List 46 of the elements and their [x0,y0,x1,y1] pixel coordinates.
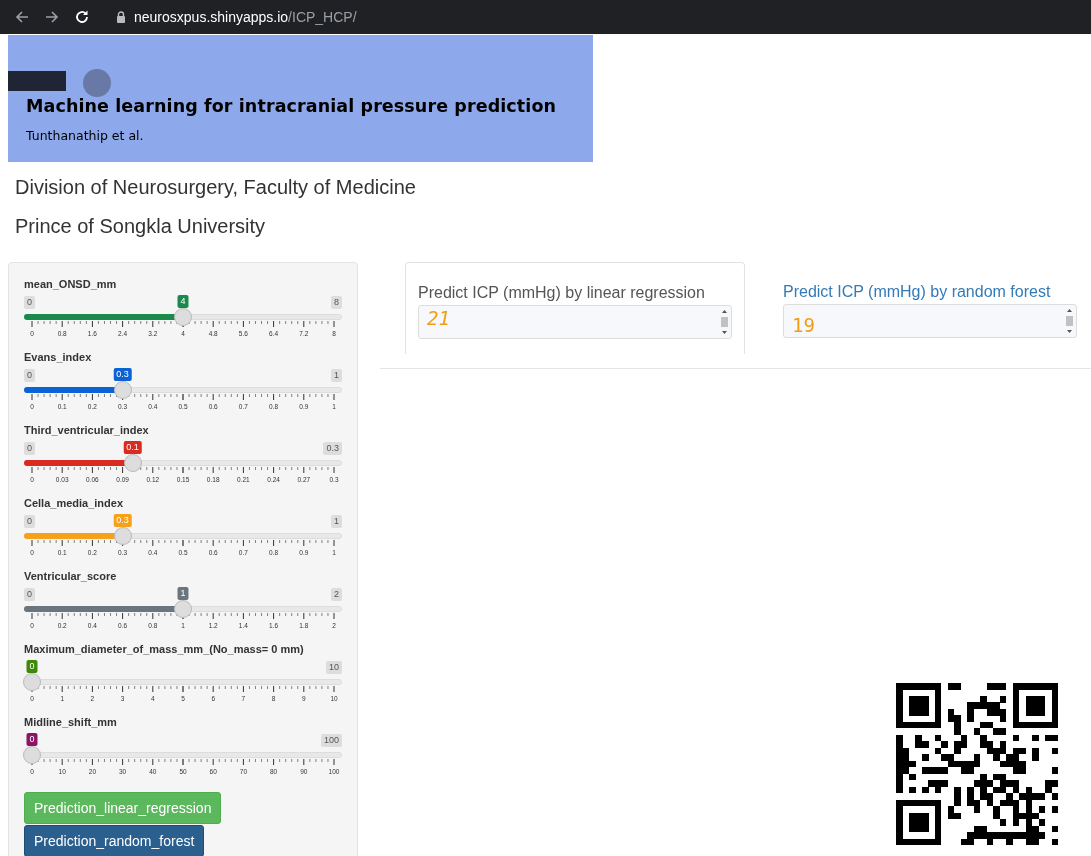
value-label: 0.3 [113,514,132,527]
slider-label: Third_ventricular_index [24,424,149,436]
slider-label: mean_ONSD_mm [24,278,117,290]
min-label: 0 [24,515,35,528]
slider-label: Cella_media_index [24,497,124,509]
slider-thumb[interactable] [174,308,192,326]
header-text: Division of Neurosurgery, Faculty of Medicine [15,175,416,200]
value-label: 4 [177,295,189,308]
value-label: 0 [26,660,38,673]
value-label: 0.1 [123,441,142,454]
slider-thumb[interactable] [113,381,132,399]
reload-icon[interactable] [74,9,90,25]
banner-title: Machine learning for intracranial pressure prediction [26,96,557,116]
back-icon[interactable] [14,9,30,25]
max-label: 1 [331,369,342,382]
min-label: 0 [24,369,35,382]
slider-label: Evans_index [24,351,92,363]
header-text: Prince of Songkla University [15,214,266,239]
slider-label: Maximum_diameter_of_mass_mm_(No_mass= 0 mm) [24,643,304,655]
lock-icon [116,11,126,23]
slider-label: Midline_shift_mm [24,716,117,728]
slider-thumb[interactable] [23,673,41,691]
scrollbar[interactable] [1065,307,1074,335]
max-label: 10 [326,661,342,674]
slider-thumb[interactable] [174,600,192,618]
min-label: 0 [24,588,35,601]
output-label: Predict ICP (mmHg) by random forest [783,283,1052,301]
banner-subtitle: Tunthanathip et al. [26,128,144,143]
slider-thumb[interactable] [113,527,132,545]
max-label: 2 [331,588,342,601]
min-label: 0 [24,442,35,455]
max-label: 8 [331,296,342,309]
max-label: 0.3 [323,442,342,455]
slider-thumb[interactable] [123,454,142,472]
slider-thumb[interactable] [23,746,41,764]
value-label: 0 [26,733,38,746]
max-label: 100 [320,734,342,747]
value-label: 1 [177,587,189,600]
output-label: Predict ICP (mmHg) by linear regression [418,284,706,302]
prediction-button[interactable]: Prediction_random_forest [24,825,205,856]
slider-label: Ventricular_score [24,570,117,582]
value-label: 0.3 [113,368,132,381]
scrollbar[interactable] [720,308,729,336]
forward-icon[interactable] [44,9,60,25]
max-label: 1 [331,515,342,528]
min-label: 0 [24,296,35,309]
